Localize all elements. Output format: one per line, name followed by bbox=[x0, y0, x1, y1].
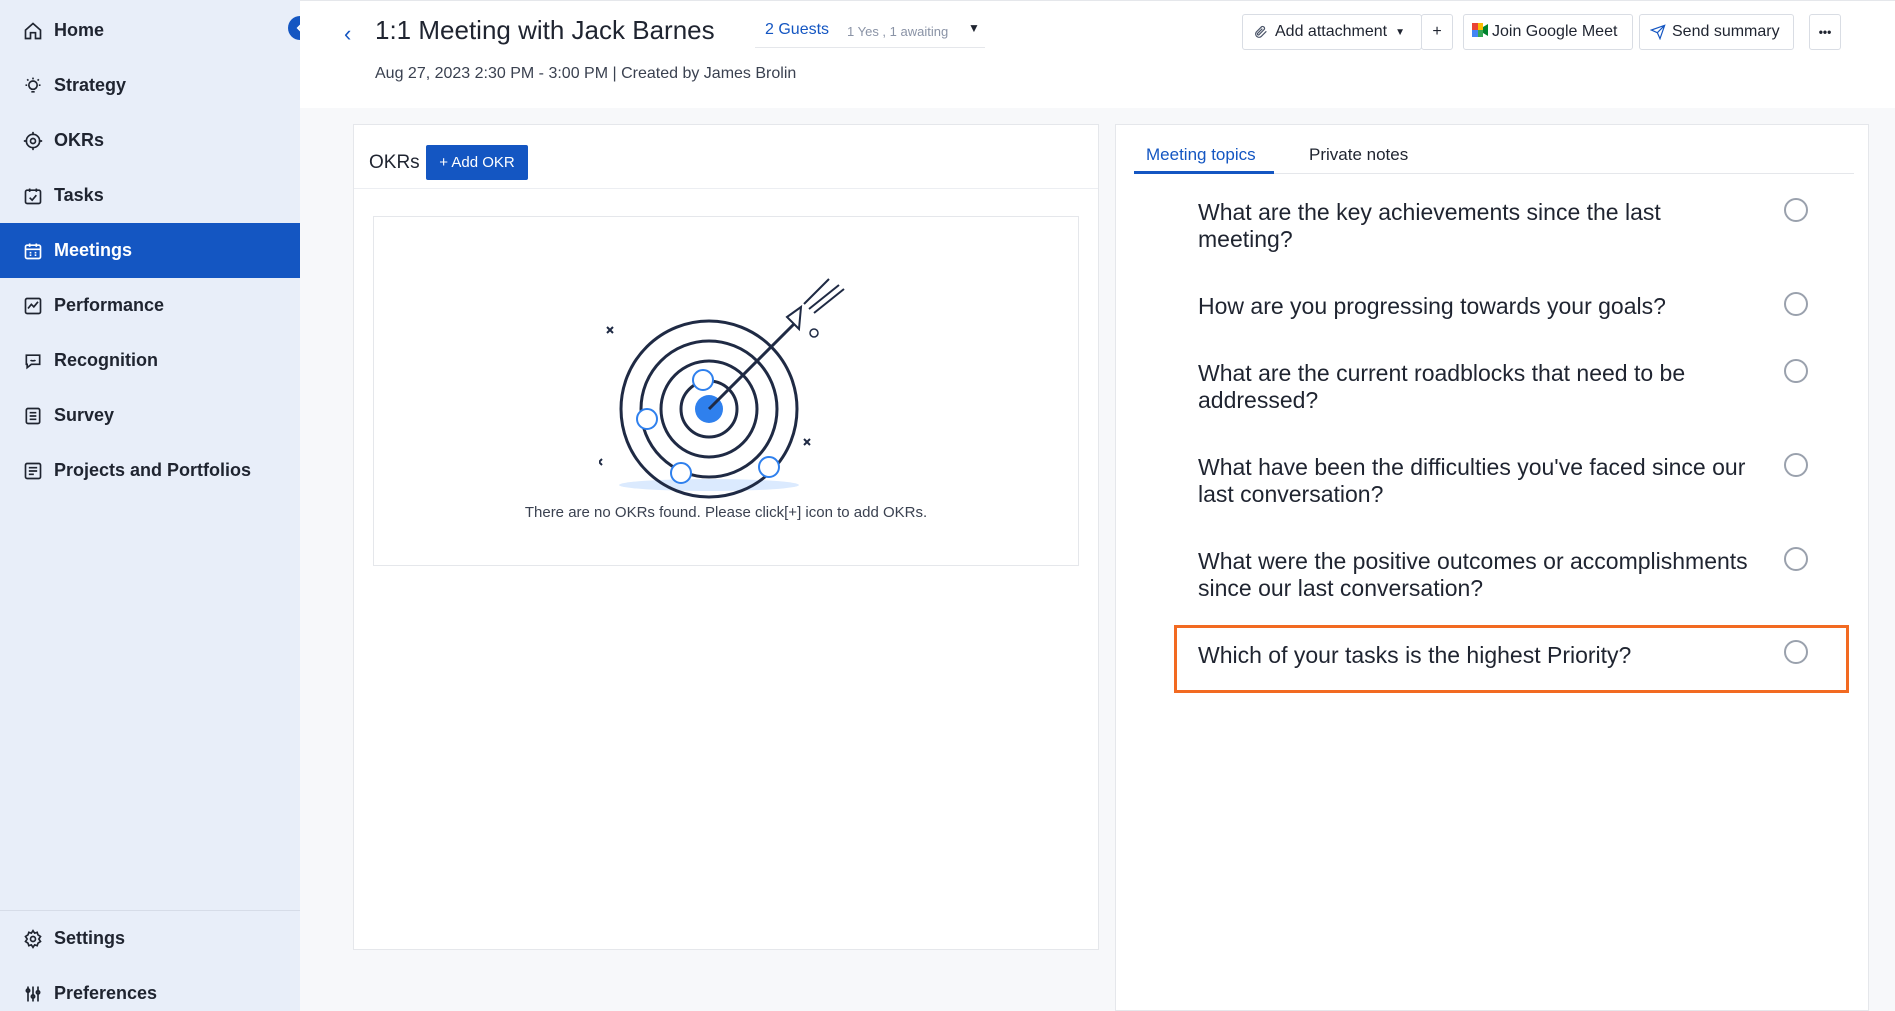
join-google-meet-button[interactable]: Join Google Meet bbox=[1463, 14, 1633, 50]
topic-checkbox[interactable] bbox=[1784, 359, 1808, 383]
guests-link[interactable]: 2 Guests bbox=[765, 21, 829, 39]
chat-icon bbox=[22, 350, 44, 372]
topic-item: What are the current roadblocks that nee… bbox=[1198, 360, 1686, 413]
sidebar-item-tasks[interactable]: Tasks bbox=[0, 168, 300, 223]
tab-meeting-topics[interactable]: Meeting topics bbox=[1146, 145, 1256, 165]
send-summary-label: Send summary bbox=[1672, 23, 1780, 40]
paperclip-icon bbox=[1255, 25, 1267, 38]
sidebar: Home Strategy OKRs Tasks Meetings Perfor… bbox=[0, 0, 300, 1011]
page-title: 1:1 Meeting with Jack Barnes bbox=[375, 15, 715, 45]
okrs-panel-title: OKRs bbox=[369, 152, 420, 173]
survey-icon bbox=[22, 405, 44, 427]
add-button[interactable]: + bbox=[1421, 14, 1453, 50]
home-icon bbox=[22, 20, 44, 42]
guests-divider bbox=[755, 47, 985, 48]
rsvp-status: 1 Yes , 1 awaiting bbox=[847, 24, 949, 39]
send-icon bbox=[1650, 24, 1666, 40]
topic-item: What were the positive outcomes or accom… bbox=[1198, 548, 1748, 601]
app-root: Home Strategy OKRs Tasks Meetings Perfor… bbox=[0, 0, 1895, 1011]
chart-icon bbox=[22, 295, 44, 317]
topic-checkbox[interactable] bbox=[1784, 640, 1808, 664]
join-google-meet-label: Join Google Meet bbox=[1492, 23, 1618, 40]
sidebar-item-meetings[interactable]: Meetings bbox=[0, 223, 300, 278]
sidebar-item-performance[interactable]: Performance bbox=[0, 278, 300, 333]
okrs-panel-header: OKRs + Add OKR bbox=[354, 125, 1098, 189]
topic-checkbox[interactable] bbox=[1784, 198, 1808, 222]
add-okr-button[interactable]: + Add OKR bbox=[426, 145, 528, 180]
sidebar-item-strategy[interactable]: Strategy bbox=[0, 58, 300, 113]
add-attachment-button[interactable]: Add attachment ▼ bbox=[1242, 14, 1422, 50]
calendar-icon bbox=[22, 240, 44, 262]
sidebar-item-settings[interactable]: Settings bbox=[0, 911, 300, 966]
topics-tabs: Meeting topics Private notes bbox=[1134, 125, 1854, 174]
topic-checkbox[interactable] bbox=[1784, 453, 1808, 477]
sliders-icon bbox=[22, 983, 44, 1005]
sidebar-item-label: Projects and Portfolios bbox=[54, 460, 252, 480]
sidebar-item-recognition[interactable]: Recognition bbox=[0, 333, 300, 388]
tasks-icon bbox=[22, 185, 44, 207]
target-illustration-icon bbox=[599, 278, 845, 499]
topic-checkbox[interactable] bbox=[1784, 547, 1808, 571]
topic-checkbox[interactable] bbox=[1784, 292, 1808, 316]
topic-item: Which of your tasks is the highest Prior… bbox=[1198, 642, 1632, 668]
active-tab-indicator bbox=[1134, 171, 1274, 174]
sidebar-item-okrs[interactable]: OKRs bbox=[0, 113, 300, 168]
sidebar-item-label: Settings bbox=[54, 928, 126, 948]
sidebar-item-label: Preferences bbox=[54, 983, 158, 1003]
sidebar-item-label: Survey bbox=[54, 405, 115, 425]
sidebar-item-preferences[interactable]: Preferences bbox=[0, 966, 300, 1011]
sidebar-item-label: Tasks bbox=[54, 185, 104, 205]
back-arrow-icon[interactable]: ‹ bbox=[344, 21, 351, 47]
okrs-empty-state: There are no OKRs found. Please click[+]… bbox=[373, 216, 1079, 566]
okrs-panel: OKRs + Add OKR There are no OKRs found. … bbox=[353, 124, 1099, 950]
sidebar-item-label: Strategy bbox=[54, 75, 127, 95]
send-summary-button[interactable]: Send summary bbox=[1639, 14, 1794, 50]
more-options-button[interactable]: ••• bbox=[1809, 14, 1841, 50]
sidebar-item-label: Home bbox=[54, 20, 105, 40]
okrs-empty-message: There are no OKRs found. Please click[+]… bbox=[524, 504, 928, 521]
google-meet-icon bbox=[1472, 22, 1488, 42]
sidebar-item-label: Performance bbox=[54, 295, 165, 315]
topic-item: What are the key achievements since the … bbox=[1198, 199, 1661, 252]
caret-down-icon: ▼ bbox=[1395, 26, 1405, 38]
topic-item: What have been the difficulties you've f… bbox=[1198, 454, 1746, 507]
sidebar-item-home[interactable]: Home bbox=[0, 3, 300, 58]
tab-private-notes[interactable]: Private notes bbox=[1309, 145, 1408, 165]
lightbulb-icon bbox=[22, 75, 44, 97]
caret-down-icon[interactable]: ▼ bbox=[968, 21, 980, 35]
more-icon: ••• bbox=[1818, 25, 1832, 39]
sidebar-item-label: OKRs bbox=[54, 130, 105, 150]
add-attachment-label: Add attachment bbox=[1275, 23, 1388, 40]
sidebar-item-label: Meetings bbox=[54, 240, 133, 260]
meeting-subtitle: Aug 27, 2023 2:30 PM - 3:00 PM | Created… bbox=[375, 65, 797, 82]
target-icon bbox=[22, 130, 44, 152]
projects-icon bbox=[22, 460, 44, 482]
sidebar-item-survey[interactable]: Survey bbox=[0, 388, 300, 443]
sidebar-item-projects[interactable]: Projects and Portfolios bbox=[0, 443, 300, 498]
topic-item: How are you progressing towards your goa… bbox=[1198, 293, 1666, 319]
gear-icon bbox=[22, 928, 44, 950]
topics-panel: Meeting topics Private notes What are th… bbox=[1115, 124, 1869, 1011]
add-label: + bbox=[1432, 23, 1442, 40]
sidebar-item-label: Recognition bbox=[54, 350, 158, 370]
meeting-header: ‹ 1:1 Meeting with Jack Barnes 2 Guests … bbox=[300, 0, 1895, 108]
